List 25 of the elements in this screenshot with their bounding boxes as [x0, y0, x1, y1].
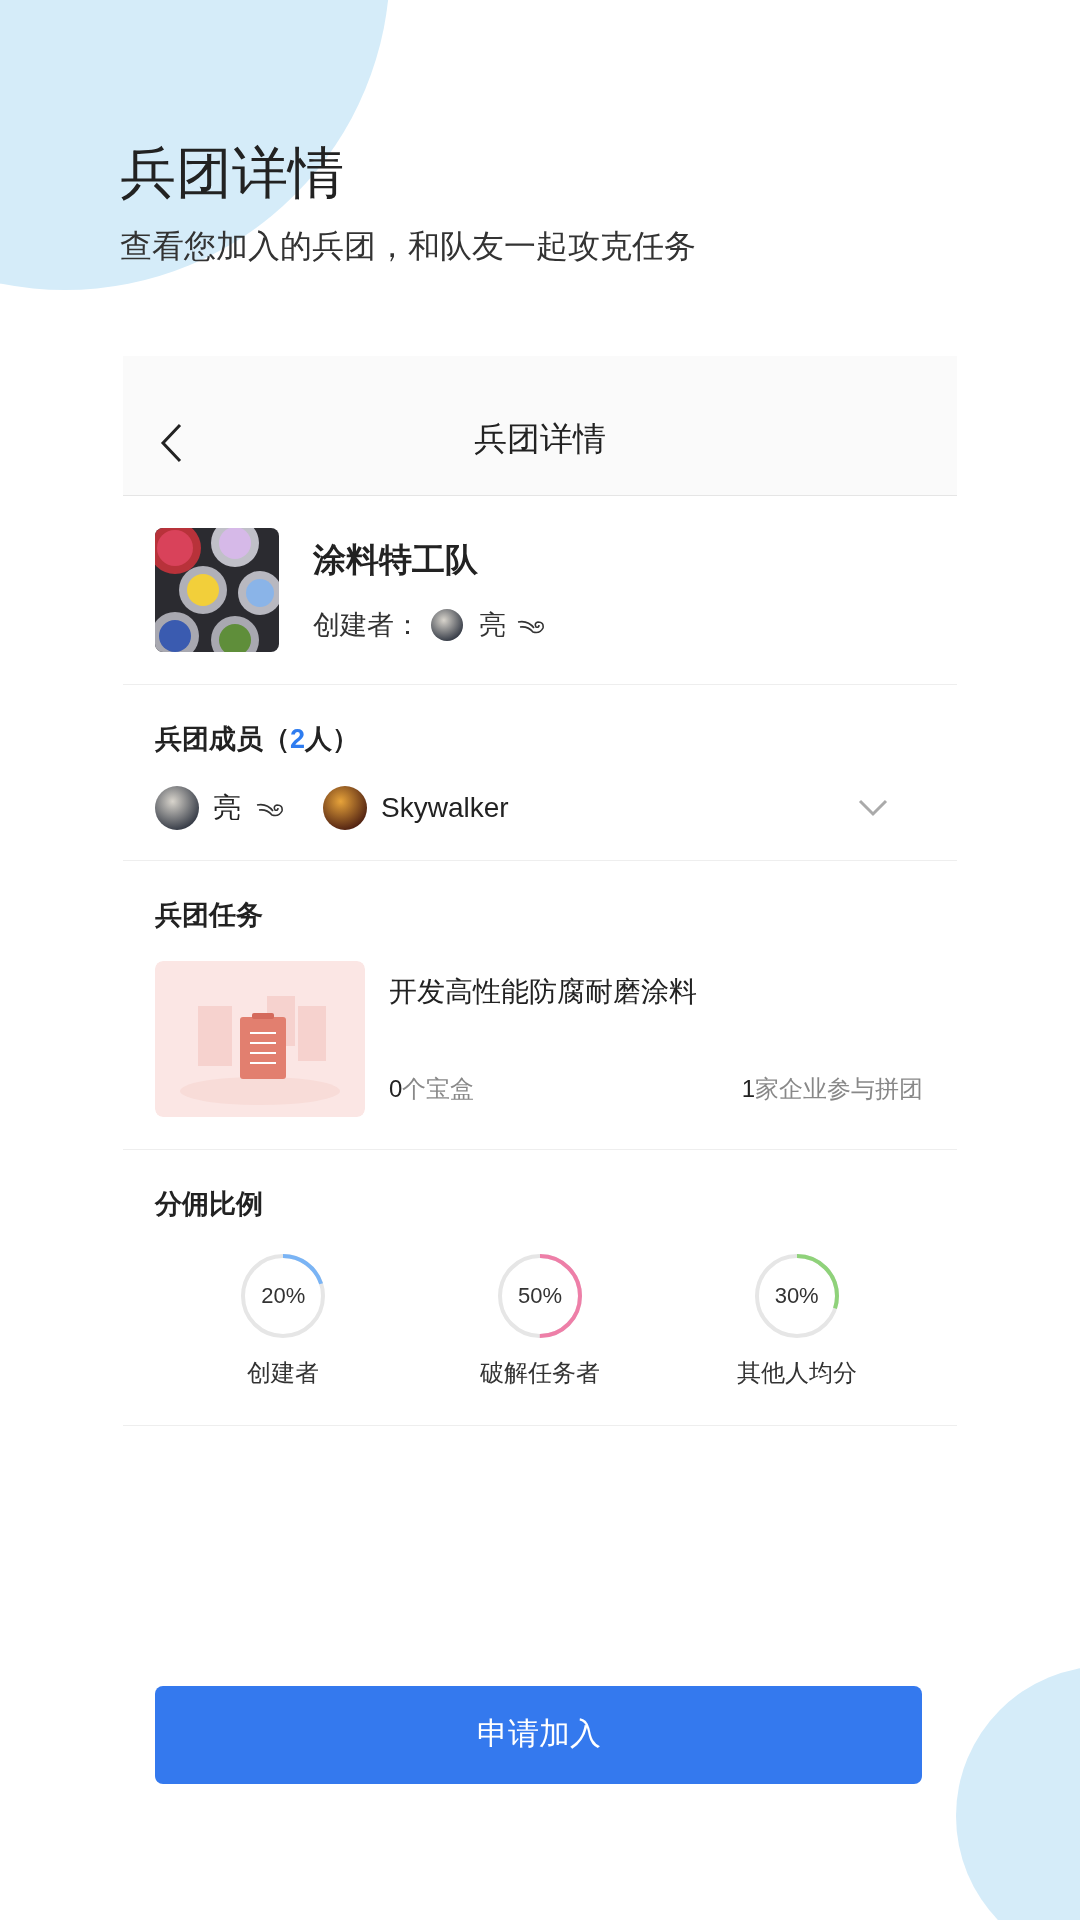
- avatar: [323, 785, 367, 830]
- join-button[interactable]: 申请加入: [155, 1685, 922, 1784]
- group-name: 涂料特工队: [313, 540, 479, 580]
- percentage-reading: 20%: [261, 1282, 306, 1310]
- percentage-reading: 30%: [774, 1282, 819, 1310]
- creator-name: 亮: [479, 608, 506, 642]
- member-name: Skywalker: [381, 790, 509, 825]
- page-title: 兵团详情: [120, 140, 345, 206]
- avatar: [431, 608, 463, 641]
- company-count: 1家企业参与拼团: [741, 1074, 923, 1104]
- task-title: 开发高性能防腐耐磨涂料: [389, 975, 698, 1009]
- task-card[interactable]: 开发高性能防腐耐磨涂料 0个宝盒 1家企业参与拼团: [155, 961, 925, 1117]
- avatar: [155, 785, 199, 830]
- section-title: 分佣比例: [155, 1188, 264, 1221]
- nav-title: 兵团详情: [474, 418, 606, 459]
- creator-label: 创建者：: [313, 608, 421, 642]
- section-title: 兵团成员（2人）: [155, 723, 361, 756]
- share-label: 其他人均分: [736, 1357, 857, 1388]
- member-name: 亮: [213, 790, 241, 825]
- section-title: 兵团任务: [155, 898, 264, 932]
- share-label: 破解任务者: [480, 1357, 600, 1388]
- percentage-reading: 50%: [517, 1282, 562, 1310]
- page-subtitle: 查看您加入的兵团，和队友一起攻克任务: [120, 227, 697, 266]
- box-count: 0个宝盒: [389, 1074, 475, 1104]
- share-label: 创建者: [247, 1357, 320, 1388]
